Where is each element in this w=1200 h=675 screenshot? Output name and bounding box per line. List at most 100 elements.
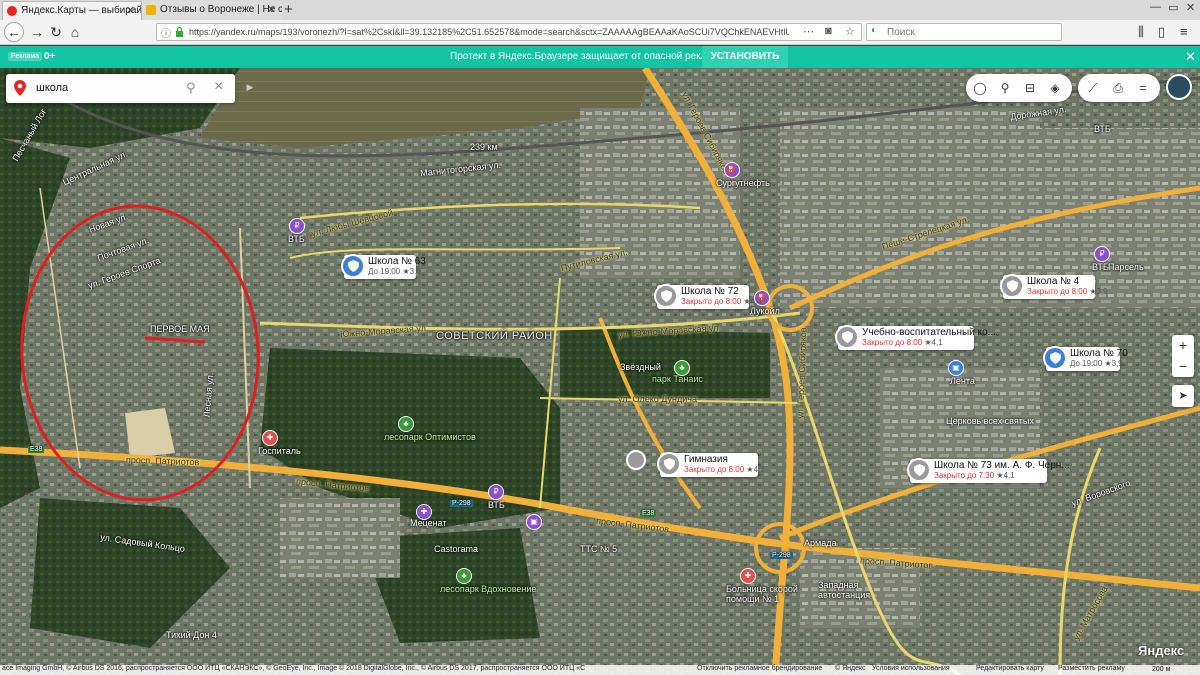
poi-label: Лукойл	[750, 306, 780, 316]
tab-reviews[interactable]: Отзывы о Воронеже | Не сидится ✕	[142, 1, 282, 20]
school-status: Закрыто до 8:00	[684, 465, 745, 474]
clear-search-icon[interactable]: ×	[214, 78, 223, 96]
fuel-icon[interactable]: ⛽	[724, 162, 740, 178]
shop-icon[interactable]: ▣	[526, 514, 542, 530]
school-name: Школа № 70	[1070, 348, 1128, 359]
school-icon	[657, 452, 681, 476]
poi-label: Меценат	[410, 518, 447, 528]
poi-label: Церковь всех святых	[946, 416, 1034, 426]
school-status: Закрыто до 7:30	[934, 471, 995, 480]
school-name: Школа № 63	[368, 256, 426, 267]
school-status: До 19:00	[368, 267, 401, 276]
close-window-button[interactable]: ✕	[1186, 1, 1195, 14]
home-button[interactable]: ⌂	[66, 23, 84, 41]
school-card[interactable]: Учебно-воспитательный ко... Закрыто до 8…	[835, 325, 996, 350]
transit-icon[interactable]: ⊟	[1021, 79, 1039, 97]
hospital-icon[interactable]: ✚	[262, 430, 278, 446]
yandex-favicon-icon	[7, 6, 17, 16]
map-view[interactable]: Песчаный Лог Центральная ул. Новая ул. П…	[0, 68, 1200, 675]
route-shield: E38	[28, 446, 45, 453]
pharmacy-icon[interactable]: ✚	[416, 504, 432, 520]
close-tab-icon[interactable]: ✕	[267, 3, 276, 16]
site-favicon-icon	[146, 5, 156, 15]
poi-label: Больница скорой помощи № 1	[726, 584, 798, 604]
maximize-button[interactable]: ▭	[1168, 1, 1178, 14]
minimize-button[interactable]: —	[1150, 1, 1161, 13]
school-card[interactable]: Гимназия Закрыто до 8:00 ★4,2	[657, 452, 765, 477]
search-icon[interactable]: ⚲	[186, 80, 196, 96]
school-card[interactable]: Школа № 63 До 19:00 ★3,6	[341, 254, 426, 279]
school-name: Учебно-воспитательный ко...	[862, 327, 996, 338]
menu-icon[interactable]: =	[1134, 79, 1152, 97]
address-bar[interactable]: ⓘ https://yandex.ru/maps/193/voronezh/?l…	[156, 23, 862, 41]
district-label: СОВЕТСКИЙ РАЙОН	[436, 330, 553, 342]
school-rating: 4,2	[753, 465, 765, 474]
ruler-icon[interactable]: ⟋	[1084, 79, 1102, 97]
new-tab-button[interactable]: +	[284, 1, 293, 18]
school-card[interactable]: Школа № 73 им. А. Ф. Черн... Закрыто до …	[907, 458, 1070, 483]
forward-button[interactable]: →	[28, 23, 46, 41]
poi-label: Сургутнефть	[716, 178, 770, 188]
geolocation-button[interactable]: ➤	[1172, 385, 1194, 407]
user-avatar[interactable]	[1166, 74, 1192, 100]
reload-button[interactable]: ↻	[47, 23, 65, 41]
park-icon[interactable]: ♣	[674, 360, 690, 376]
school-card[interactable]: Школа № 4 Закрыто до 8:00 ★3,9	[1000, 274, 1108, 299]
school-icon	[654, 284, 678, 308]
poi-label: ВТБ	[488, 500, 505, 510]
zoom-in-button[interactable]: +	[1172, 335, 1194, 356]
shop-icon[interactable]: ▣	[948, 360, 964, 376]
install-button[interactable]: УСТАНОВИТЬ	[702, 46, 788, 68]
menu-icon[interactable]: ≡	[1180, 24, 1188, 39]
info-icon[interactable]: ⓘ	[161, 25, 171, 40]
zoom-out-button[interactable]: −	[1172, 356, 1194, 377]
search-input[interactable]: ◐ Поиск	[866, 23, 1062, 41]
search-query[interactable]: школа	[36, 82, 68, 94]
poi-label: Castorama	[434, 544, 479, 554]
hospital-icon[interactable]: ✚	[740, 568, 756, 584]
poi-label: Армада	[804, 538, 837, 548]
tab-yandex-maps[interactable]: Яндекс.Карты — выбирайте, где ✕	[2, 1, 142, 20]
place-ad-link[interactable]: Разместить рекламу	[1058, 665, 1125, 672]
close-tab-icon[interactable]: ✕	[126, 4, 135, 17]
print-icon[interactable]: ⎙	[1109, 79, 1127, 97]
route-shield: Р-298	[450, 500, 473, 507]
terms-link[interactable]: Условия использования	[872, 665, 950, 672]
school-card[interactable]: Школа № 72 Закрыто до 8:00 ★4,4	[654, 284, 762, 309]
search-placeholder: Поиск	[887, 27, 915, 38]
school-name: Школа № 72	[681, 286, 739, 297]
park-icon[interactable]: ♣	[456, 568, 472, 584]
school-icon	[907, 458, 931, 482]
sidebar-icon[interactable]: ▯	[1158, 24, 1165, 40]
poi-label: Лента	[950, 376, 975, 386]
yandex-copyright: © Яндекс	[835, 665, 866, 672]
poi-label: ТТС № 5	[580, 544, 618, 554]
library-icon[interactable]: ⫼	[1138, 24, 1144, 40]
close-promo-icon[interactable]: ✕	[1185, 49, 1196, 65]
bike-icon[interactable]: ⚲	[996, 79, 1014, 97]
zoom-control: + −	[1172, 335, 1194, 377]
bookmark-star-icon[interactable]: ☆	[845, 25, 855, 38]
layers-icon[interactable]: ◈	[1046, 79, 1064, 97]
park-icon[interactable]: ♣	[398, 416, 414, 432]
promo-text[interactable]: Протект в Яндекс.Браузере защищает от оп…	[450, 51, 726, 62]
bank-icon[interactable]: ₽	[289, 218, 305, 234]
park-label: парк Танаис	[652, 374, 703, 384]
bank-icon[interactable]: ₽	[488, 484, 504, 500]
pocket-icon[interactable]: ◙	[825, 25, 832, 37]
school-pin-icon[interactable]	[626, 450, 646, 470]
school-rating: 3,9	[1096, 287, 1108, 296]
map-search-box[interactable]: школа ⚲ ×	[6, 74, 235, 103]
yandex-logo: Яндекс	[1138, 643, 1185, 658]
reader-icon[interactable]: ⋯	[803, 25, 814, 38]
bank-icon[interactable]: ₽	[1094, 246, 1110, 262]
edit-map-link[interactable]: Редактировать карту	[976, 665, 1044, 672]
disable-branding-link[interactable]: Отключить рекламное брендирование	[697, 665, 822, 672]
collapse-panel-icon[interactable]: ▶	[243, 82, 257, 96]
school-icon	[1000, 274, 1024, 298]
traffic-icon[interactable]: ◯	[971, 79, 989, 97]
copyright-text: ace Imaging GmbH, © Airbus DS 2016, расп…	[2, 665, 586, 672]
school-name: Школа № 73 им. А. Ф. Черн...	[934, 460, 1070, 471]
back-button[interactable]: ←	[4, 22, 24, 42]
school-card[interactable]: Школа № 70 До 19:00 ★3,9	[1043, 346, 1128, 371]
